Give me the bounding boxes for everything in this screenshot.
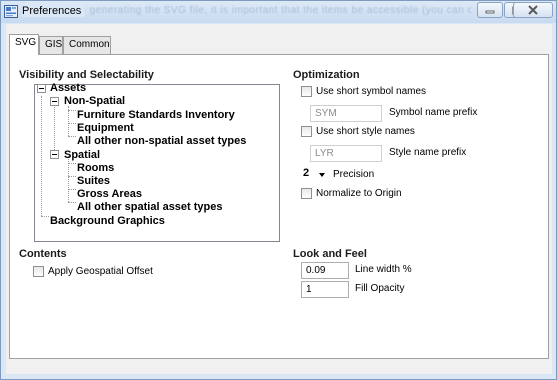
use-short-style-names-label: Use short style names: [316, 126, 415, 137]
title-bar[interactable]: efore generating the SVG file, it is imp…: [1, 1, 556, 23]
tree-connector: [68, 123, 76, 124]
use-short-symbol-names-checkbox[interactable]: [301, 86, 312, 97]
normalize-to-origin-checkbox[interactable]: [301, 188, 312, 199]
tree-node-suites[interactable]: Suites: [77, 175, 110, 188]
tree-connector: [54, 101, 55, 152]
style-prefix-label: Style name prefix: [389, 147, 467, 158]
close-button[interactable]: [513, 2, 553, 18]
precision-label: Precision: [333, 169, 375, 180]
style-prefix-input[interactable]: LYR: [310, 145, 382, 162]
symbol-prefix-label: Symbol name prefix: [389, 107, 478, 118]
normalize-to-origin-label: Normalize to Origin: [316, 188, 402, 199]
use-short-style-names-checkbox[interactable]: [301, 126, 312, 137]
tree-node-spatial[interactable]: Spatial: [64, 149, 100, 162]
svg-tab-page: Visibility and Selectability Assets Non-…: [9, 54, 549, 359]
tab-common[interactable]: Common: [63, 36, 111, 54]
tree-node-other-non-spatial[interactable]: All other non-spatial asset types: [77, 135, 246, 148]
chevron-down-icon: [319, 173, 325, 177]
collapse-assets-icon[interactable]: [37, 84, 46, 93]
visibility-tree[interactable]: Assets Non-Spatial Furniture Standards I…: [34, 82, 280, 242]
tab-svg[interactable]: SVG: [9, 34, 39, 55]
tree-connector: [68, 136, 76, 137]
precision-select[interactable]: 2: [303, 167, 331, 183]
tree-node-other-spatial[interactable]: All other spatial asset types: [77, 201, 223, 214]
minimize-icon: [485, 10, 495, 14]
optimization-section-title: Optimization: [293, 69, 360, 81]
visibility-section-title: Visibility and Selectability: [19, 69, 154, 81]
close-icon: [528, 5, 538, 15]
tree-node-rooms[interactable]: Rooms: [77, 162, 114, 175]
tree-node-assets[interactable]: Assets: [50, 82, 86, 95]
tree-connector: [68, 202, 76, 203]
preferences-window: efore generating the SVG file, it is imp…: [0, 0, 557, 380]
tree-node-equipment[interactable]: Equipment: [77, 122, 134, 135]
tree-node-background-graphics[interactable]: Background Graphics: [50, 215, 165, 228]
fill-opacity-label: Fill Opacity: [355, 283, 405, 294]
symbol-prefix-input[interactable]: SYM: [310, 105, 382, 122]
look-and-feel-section-title: Look and Feel: [293, 248, 367, 260]
tree-connector: [68, 176, 76, 177]
background-ghost-text: efore generating the SVG file, it is imp…: [61, 5, 471, 15]
tree-node-non-spatial[interactable]: Non-Spatial: [64, 95, 125, 108]
collapse-non-spatial-icon[interactable]: [50, 97, 59, 106]
line-width-input[interactable]: 0.09: [301, 262, 349, 279]
tab-gis[interactable]: GIS: [39, 36, 63, 54]
line-width-label: Line width %: [355, 264, 412, 275]
apply-geospatial-offset-label: Apply Geospatial Offset: [48, 266, 153, 277]
window-title: Preferences: [22, 5, 86, 17]
tree-connector: [68, 189, 76, 190]
apply-geospatial-offset-checkbox[interactable]: [33, 266, 44, 277]
tree-connector: [41, 216, 49, 217]
precision-value: 2: [303, 167, 310, 179]
tree-connector: [41, 96, 42, 216]
minimize-button[interactable]: [477, 2, 503, 18]
tree-node-gross-areas[interactable]: Gross Areas: [77, 188, 142, 201]
collapse-spatial-icon[interactable]: [50, 150, 59, 159]
contents-section-title: Contents: [19, 248, 67, 260]
tree-connector: [68, 163, 76, 164]
use-short-symbol-names-label: Use short symbol names: [316, 86, 427, 97]
fill-opacity-input[interactable]: 1: [301, 281, 349, 298]
dialog-client-area: SVG GIS Common Visibility and Selectabil…: [6, 24, 552, 374]
tree-node-furniture[interactable]: Furniture Standards Inventory: [77, 109, 235, 122]
tree-connector: [68, 110, 76, 111]
preferences-app-icon: [4, 5, 18, 18]
